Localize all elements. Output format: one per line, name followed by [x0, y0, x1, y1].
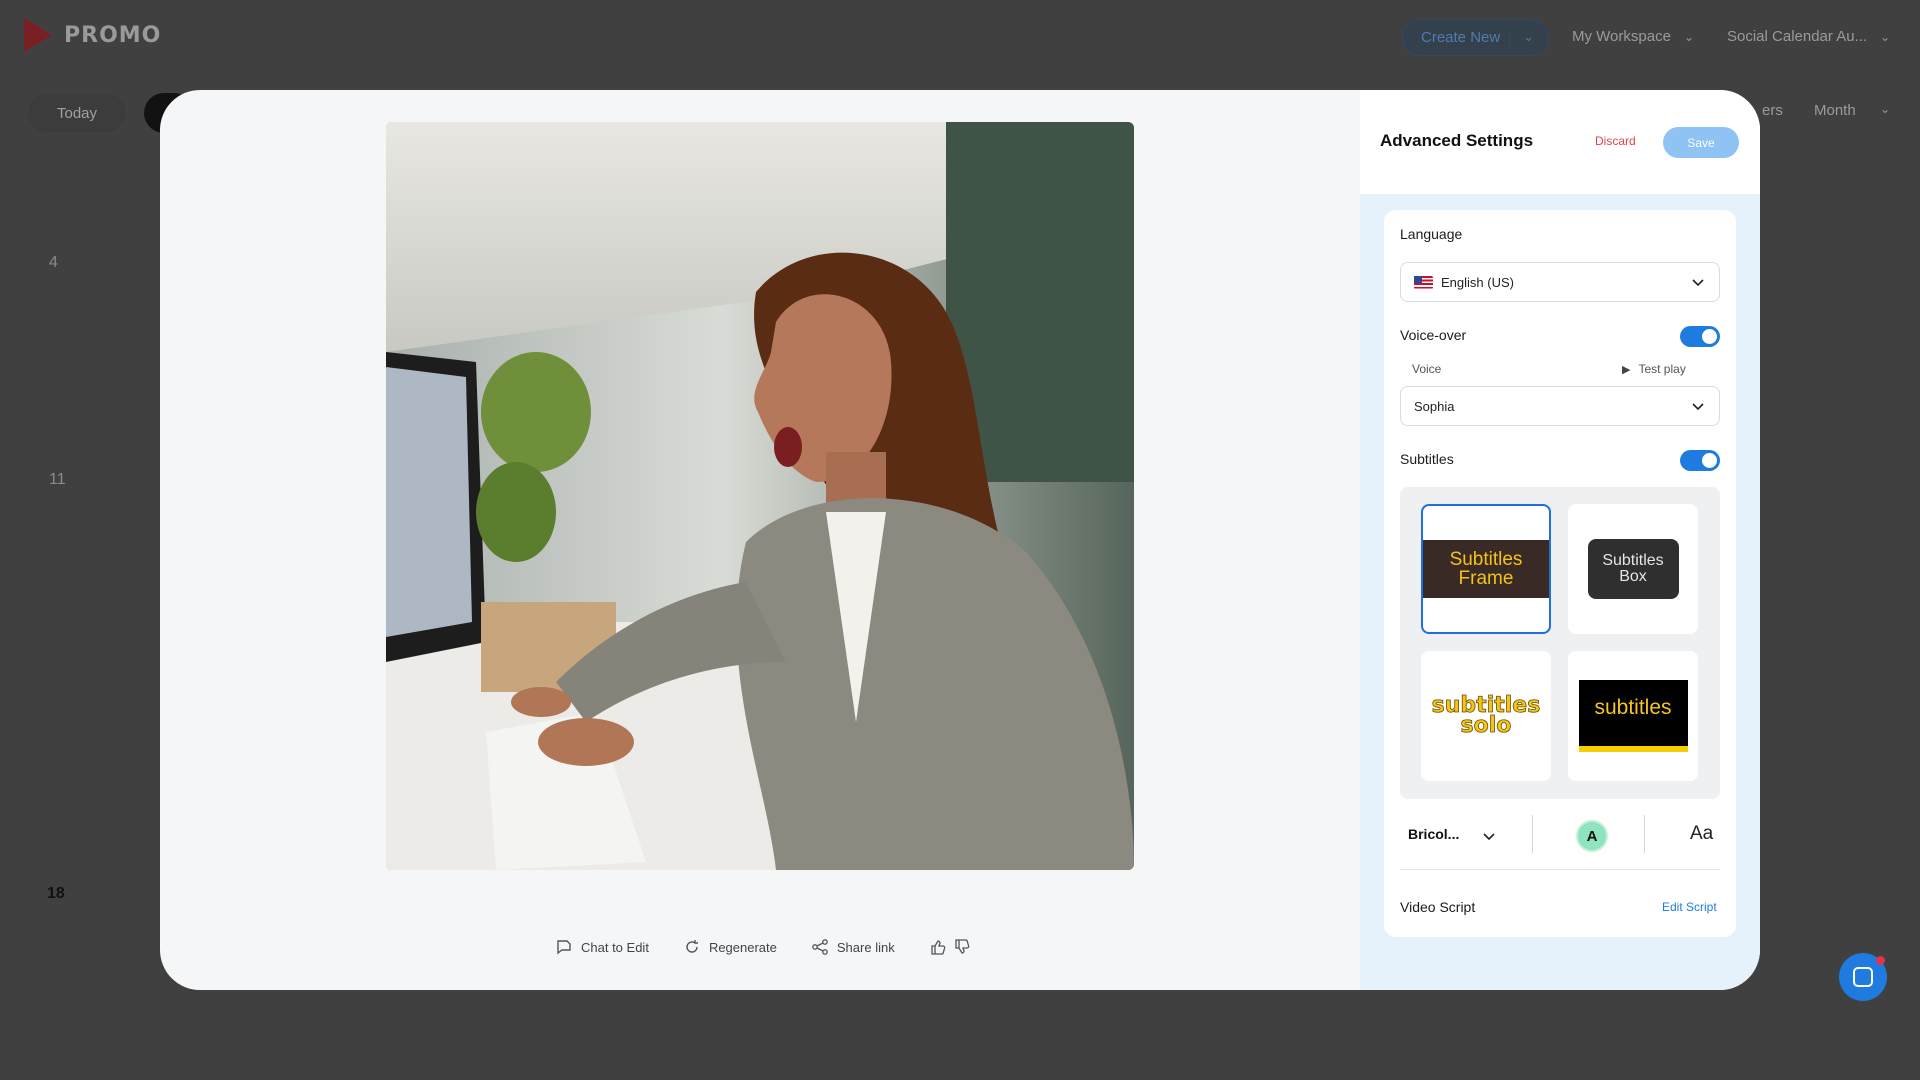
language-value: English (US)	[1441, 274, 1514, 290]
create-new-label: Create New	[1421, 29, 1501, 46]
calendar-day: 18	[47, 885, 65, 902]
style-frame-preview: Subtitles Frame	[1423, 540, 1549, 598]
voiceover-label: Voice-over	[1400, 327, 1467, 343]
view-selector[interactable]: Month	[1814, 102, 1856, 119]
calendar-day: 4	[49, 254, 58, 271]
subtitles-label: Subtitles	[1400, 451, 1454, 467]
style-solo-preview: subtitles solo	[1431, 694, 1540, 738]
workspace-menu[interactable]: My Workspace	[1572, 28, 1671, 45]
test-play-button[interactable]: ▶ Test play	[1622, 362, 1686, 376]
feedback-group	[929, 938, 971, 956]
divider	[1400, 869, 1720, 870]
divider	[1509, 27, 1510, 49]
voice-label: Voice	[1412, 362, 1442, 376]
subtitle-style-solo[interactable]: subtitles solo	[1421, 651, 1551, 781]
calendar-day: 11	[49, 471, 66, 488]
style-solo-line2: solo	[1460, 713, 1512, 738]
subtitle-style-frame[interactable]: Subtitles Frame	[1421, 504, 1551, 634]
chat-icon	[1853, 967, 1873, 987]
chevron-down-icon[interactable]: ⌄	[1880, 30, 1890, 44]
discard-button[interactable]: Discard	[1595, 134, 1636, 148]
style-box-line2: Box	[1619, 568, 1647, 585]
chat-edit-icon	[557, 940, 571, 955]
language-label: Language	[1400, 226, 1463, 242]
subtitle-style-bar[interactable]: subtitles	[1568, 651, 1698, 781]
video-preview-modal: Chat to Edit Regenerate Share link Advan…	[160, 90, 1760, 990]
settings-card: Language English (US) Voice-over Voice ▶…	[1384, 210, 1736, 937]
notification-dot	[1876, 956, 1885, 965]
font-controls: Bricol... A Aa	[1400, 799, 1720, 869]
video-script-label: Video Script	[1400, 899, 1476, 915]
save-button[interactable]: Save	[1663, 127, 1739, 158]
app-header: PROMO Create New ⌄ My Workspace ⌄ Social…	[0, 0, 1920, 74]
text-case-button[interactable]: Aa	[1690, 823, 1713, 845]
style-bar-text: subtitles	[1594, 696, 1672, 719]
create-new-button[interactable]: Create New ⌄	[1402, 19, 1549, 56]
chevron-down-icon	[1692, 403, 1704, 411]
share-link-label: Share link	[836, 939, 895, 955]
test-play-label: Test play	[1638, 362, 1686, 376]
style-frame-line1: Subtitles	[1449, 549, 1523, 570]
chevron-down-icon[interactable]: ⌄	[1684, 30, 1694, 44]
regenerate-icon	[686, 940, 698, 953]
chevron-down-icon[interactable]: ⌄	[1523, 29, 1534, 45]
subtitles-toggle[interactable]	[1680, 450, 1720, 471]
share-link-button[interactable]: Share link	[811, 938, 895, 956]
filters-button[interactable]: ers	[1762, 102, 1783, 119]
style-bar-preview: subtitles	[1578, 680, 1688, 752]
voice-value: Sophia	[1414, 398, 1455, 414]
font-select[interactable]: Bricol...	[1408, 826, 1459, 842]
today-button[interactable]: Today	[28, 94, 126, 132]
chevron-down-icon	[1692, 279, 1704, 287]
subtitle-style-box[interactable]: Subtitles Box	[1568, 504, 1698, 634]
promo-logo-icon	[24, 18, 52, 52]
chevron-down-icon[interactable]	[1482, 829, 1496, 843]
preview-actions: Chat to Edit Regenerate Share link	[555, 936, 971, 958]
thumbs-up-icon[interactable]	[929, 938, 947, 956]
style-frame-line2: Frame	[1458, 568, 1514, 589]
support-chat-button[interactable]	[1839, 953, 1887, 1001]
chat-to-edit-button[interactable]: Chat to Edit	[555, 938, 649, 956]
advanced-settings-panel: Advanced Settings Discard Save Language …	[1360, 90, 1760, 990]
style-box-preview: Subtitles Box	[1587, 539, 1679, 599]
settings-title: Advanced Settings	[1380, 131, 1534, 150]
chat-to-edit-label: Chat to Edit	[581, 939, 649, 955]
divider	[1644, 815, 1645, 853]
brand-logo[interactable]: PROMO	[24, 18, 161, 52]
edit-script-link[interactable]: Edit Script	[1662, 900, 1717, 914]
chevron-down-icon[interactable]: ⌄	[1880, 102, 1890, 116]
video-frame-image	[386, 122, 1134, 870]
play-icon: ▶	[1622, 363, 1631, 376]
font-color-button[interactable]: A	[1576, 820, 1608, 852]
us-flag-icon	[1414, 275, 1433, 289]
video-preview[interactable]	[386, 122, 1134, 870]
language-select[interactable]: English (US)	[1400, 262, 1720, 302]
share-icon	[812, 939, 828, 955]
calendar-selector[interactable]: Social Calendar Au...	[1727, 28, 1867, 45]
subtitle-styles-grid: Subtitles Frame Subtitles Box subtitles sol…	[1400, 487, 1720, 799]
style-box-line1: Subtitles	[1602, 552, 1664, 569]
divider	[1532, 815, 1533, 853]
voice-select[interactable]: Sophia	[1400, 386, 1720, 426]
settings-header: Advanced Settings Discard Save	[1360, 90, 1760, 194]
regenerate-label: Regenerate	[708, 939, 777, 955]
voiceover-toggle[interactable]	[1680, 326, 1720, 347]
brand-name: PROMO	[64, 22, 162, 48]
regenerate-button[interactable]: Regenerate	[683, 938, 777, 956]
thumbs-down-icon[interactable]	[953, 938, 971, 956]
